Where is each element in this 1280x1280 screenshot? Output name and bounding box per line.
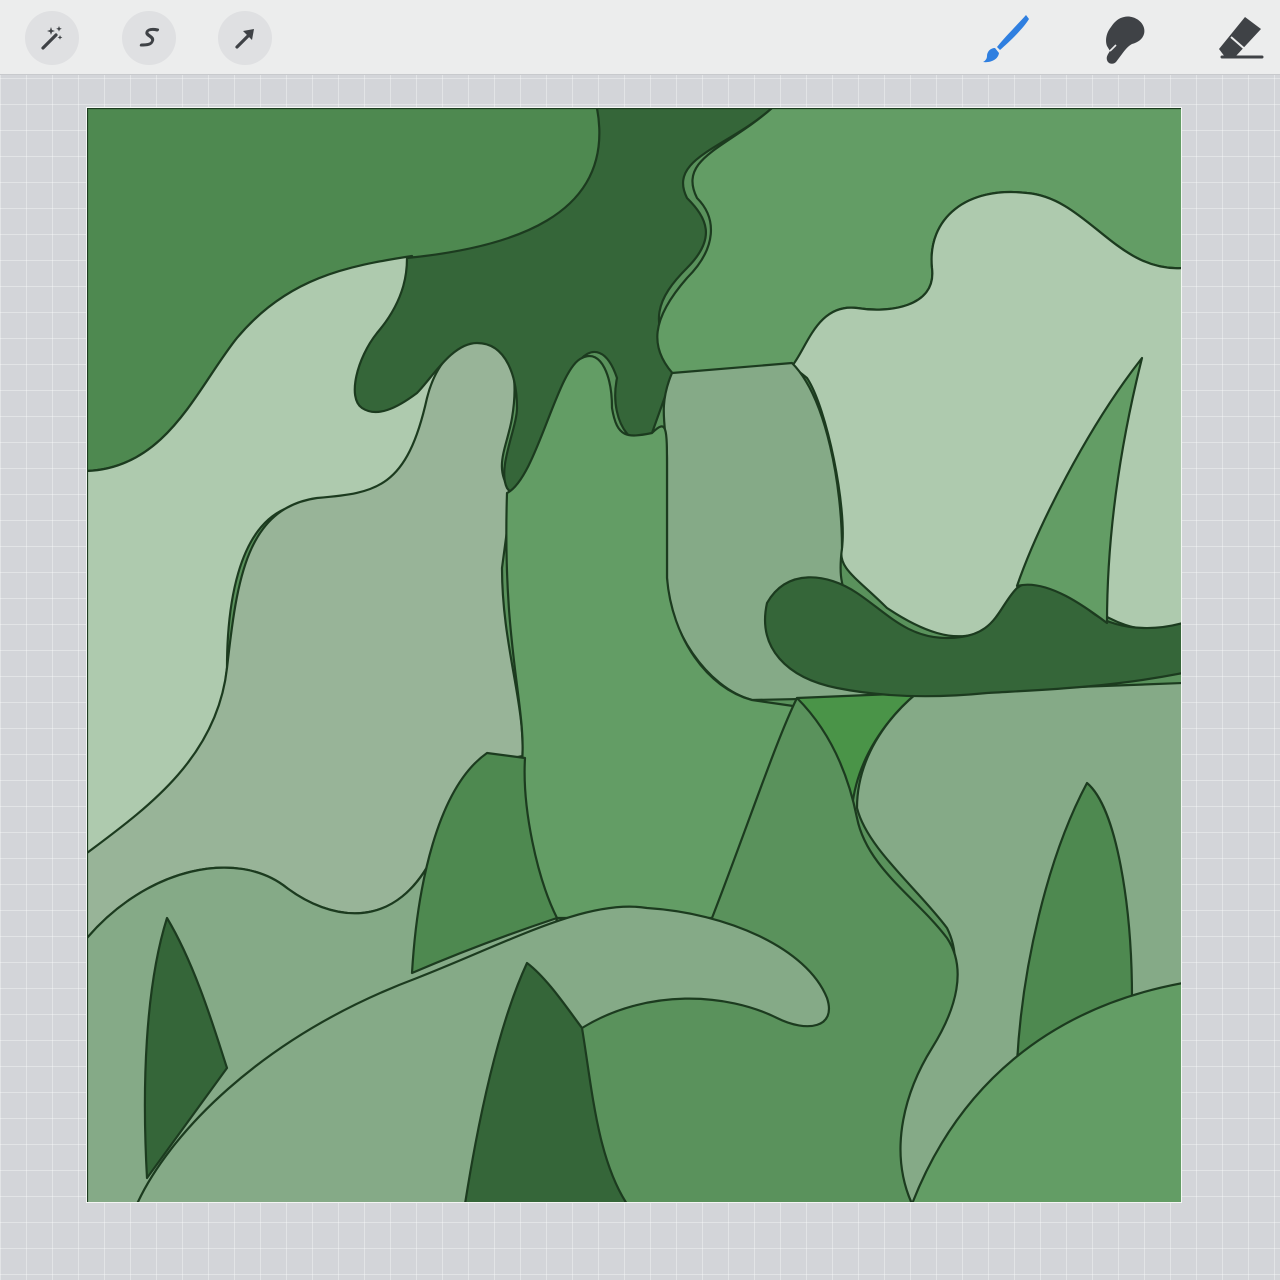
artwork bbox=[87, 108, 1181, 1202]
eraser-button[interactable] bbox=[1210, 8, 1270, 68]
toolbar bbox=[0, 0, 1280, 75]
selection-s-icon bbox=[139, 27, 160, 47]
selection-button[interactable] bbox=[122, 11, 176, 65]
eraser-icon bbox=[1219, 17, 1264, 59]
smudge-finger-icon bbox=[1106, 16, 1145, 64]
brush-icon bbox=[983, 15, 1029, 63]
smudge-button[interactable] bbox=[1092, 8, 1152, 68]
transform-button[interactable] bbox=[218, 11, 272, 65]
adjustments-button[interactable] bbox=[25, 11, 79, 65]
magic-wand-icon bbox=[41, 26, 63, 50]
arrow-cursor-icon bbox=[235, 29, 254, 49]
drawing-canvas[interactable] bbox=[86, 107, 1182, 1203]
brush-button[interactable] bbox=[976, 8, 1036, 68]
